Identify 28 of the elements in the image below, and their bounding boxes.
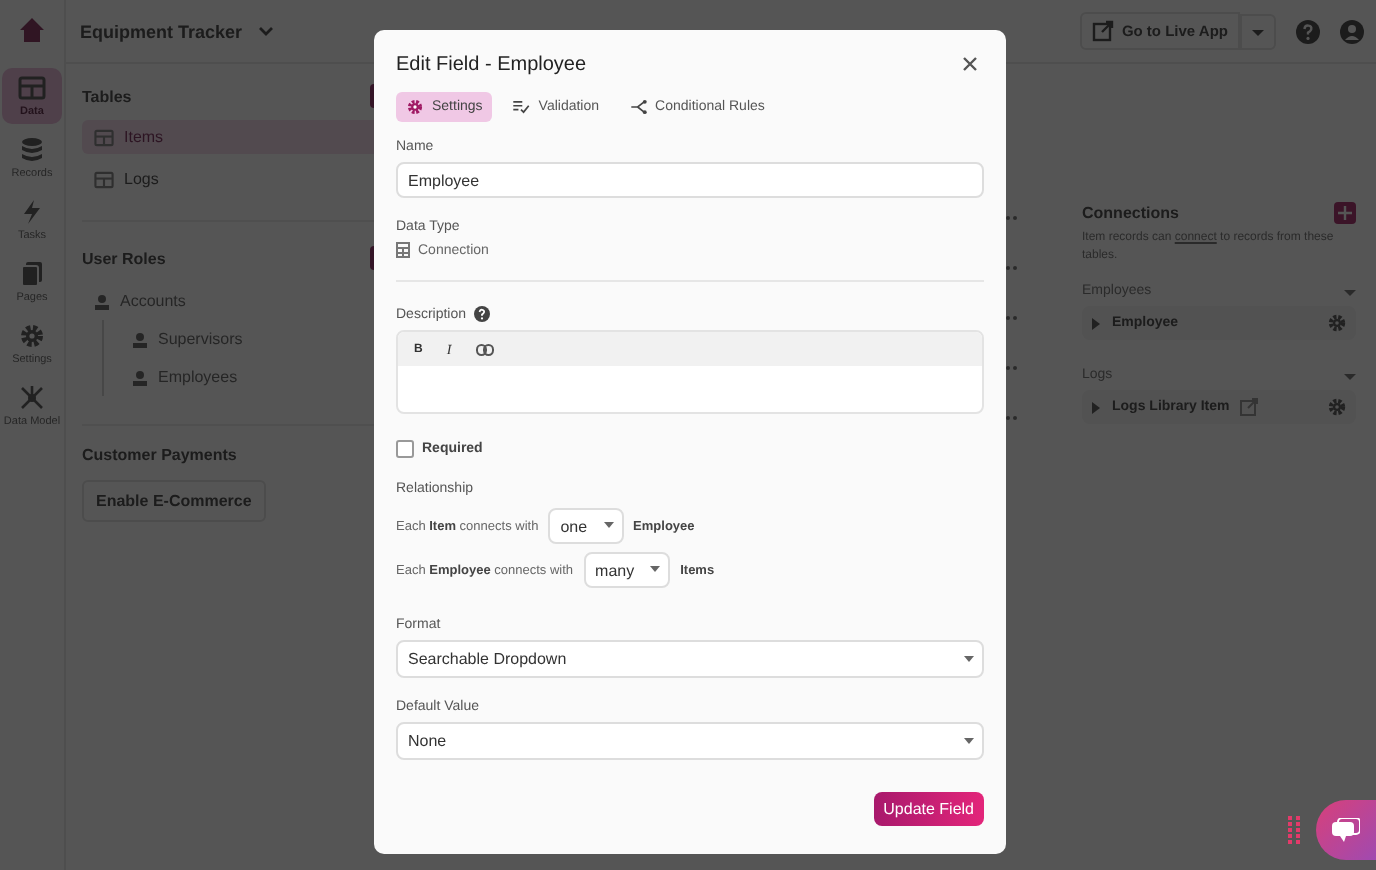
dialog-title: Edit Field - Employee: [396, 53, 587, 75]
grip-icon: [1288, 816, 1304, 844]
update-button[interactable]: Update Field: [873, 792, 984, 826]
section-title: Tables: [82, 87, 132, 105]
format-select[interactable]: Searchable Dropdown: [396, 640, 984, 678]
caret-icon: [650, 566, 661, 574]
list-check-icon: [512, 98, 531, 116]
table-icon: [396, 242, 410, 258]
count-select[interactable]: many: [583, 552, 671, 588]
section-title: Customer Payments: [82, 446, 239, 464]
gear-icon: [406, 98, 424, 116]
chat-button[interactable]: [1316, 800, 1376, 860]
link-icon: [475, 343, 494, 355]
default-value-select[interactable]: None: [396, 722, 984, 760]
table-item[interactable]: Logs: [82, 162, 382, 196]
panel-title: Connections: [1082, 204, 1179, 222]
close-icon: [962, 56, 978, 72]
help-icon: [474, 306, 491, 322]
caret-icon: [964, 737, 974, 745]
caret-icon: [603, 522, 614, 530]
section-title: User Roles: [82, 249, 166, 267]
chat-bubble-icon: [1332, 818, 1360, 842]
app-title: Equipment Tracker: [80, 21, 243, 41]
branch-icon: [629, 98, 648, 116]
caret-icon: [964, 655, 974, 663]
name-field[interactable]: Employee: [396, 162, 984, 198]
count-select[interactable]: one: [548, 508, 624, 544]
required-checkbox[interactable]: [396, 440, 414, 458]
